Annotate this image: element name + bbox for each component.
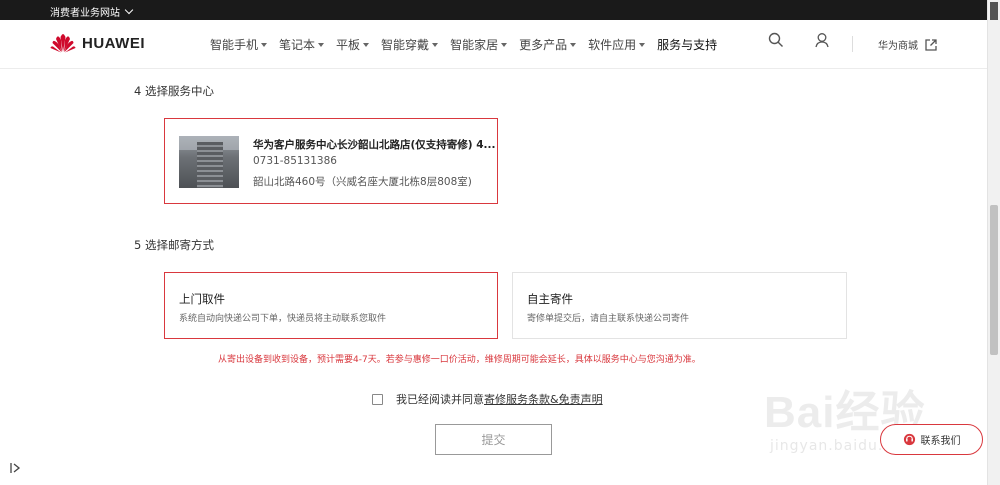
scrollbar-thumb[interactable] [990, 205, 998, 355]
vmall-label: 华为商城 [878, 41, 918, 52]
photo-building [197, 142, 223, 188]
user-icon[interactable] [814, 32, 830, 48]
shipping-option-self-send[interactable]: 自主寄件 寄修单提交后，请自主联系快递公司寄件 [512, 272, 847, 339]
shipping-notice: 从寄出设备到收到设备，预计需要4-7天。若参与惠修一口价活动，维修周期可能会延长… [218, 355, 701, 365]
nav-divider [852, 36, 853, 52]
caret-down-icon [432, 42, 439, 47]
main-navbar: HUAWEI 智能手机 笔记本 平板 智能穿戴 智能家居 更多产品 软件应用 服… [0, 20, 988, 69]
service-center-card[interactable]: 华为客户服务中心长沙韶山北路店(仅支持寄修) 4... 0731-8513138… [164, 118, 498, 204]
terms-link[interactable]: 寄修服务条款&免责声明 [484, 391, 603, 407]
site-selector-label: 消费者业务网站 [50, 8, 120, 19]
nav-label: 智能穿戴 [381, 38, 430, 52]
top-bar: 消费者业务网站 [0, 0, 988, 20]
page-scrollbar[interactable] [987, 0, 1000, 485]
nav-label: 智能家居 [450, 38, 499, 52]
expand-panel-icon[interactable] [9, 462, 21, 474]
section-title-shipping: 5 选择邮寄方式 [134, 238, 214, 252]
shipping-option-desc: 寄修单提交后，请自主联系快递公司寄件 [527, 314, 690, 324]
submit-button[interactable]: 提交 [435, 424, 552, 455]
nav-label: 平板 [336, 38, 361, 52]
caret-down-icon [363, 42, 370, 47]
shipping-option-pickup[interactable]: 上门取件 系统自动向快递公司下单，快递员将主动联系您取件 [164, 272, 498, 339]
nav-item-smart-home[interactable]: 智能家居 [450, 36, 508, 53]
shipping-option-title: 自主寄件 [527, 292, 573, 306]
store-name: 华为客户服务中心长沙韶山北路店(仅支持寄修) 4... [253, 139, 496, 151]
agreement-row: 我已经阅读并同意 寄修服务条款&免责声明 [372, 391, 603, 407]
nav-item-laptops[interactable]: 笔记本 [279, 36, 325, 53]
brand-wordmark: HUAWEI [82, 34, 145, 52]
contact-us-label: 联系我们 [920, 436, 961, 447]
vmall-link[interactable]: 华为商城 [878, 37, 938, 52]
caret-down-icon [639, 42, 646, 47]
nav-item-wearables[interactable]: 智能穿戴 [381, 36, 439, 53]
nav-label: 更多产品 [519, 38, 568, 52]
huawei-flower-icon [50, 34, 76, 53]
store-address: 韶山北路460号（兴威名座大厦北栋8层808室) [253, 176, 472, 188]
nav-label: 服务与支持 [657, 38, 718, 52]
caret-down-icon [570, 42, 577, 47]
store-phone: 0731-85131386 [253, 155, 337, 167]
shipping-option-desc: 系统自动向快递公司下单，快递员将主动联系您取件 [179, 314, 387, 324]
store-photo [179, 136, 239, 188]
nav-item-phones[interactable]: 智能手机 [210, 36, 268, 53]
scrollbar-top-cap [990, 2, 998, 20]
caret-down-icon [261, 42, 268, 47]
caret-down-icon [501, 42, 508, 47]
chevron-down-icon [124, 5, 134, 15]
nav-label: 软件应用 [588, 38, 637, 52]
nav-item-support[interactable]: 服务与支持 [657, 36, 717, 53]
nav-label: 笔记本 [279, 38, 316, 52]
huawei-logo[interactable]: HUAWEI [50, 33, 145, 53]
main-nav: 智能手机 笔记本 平板 智能穿戴 智能家居 更多产品 软件应用 服务与支持 [210, 36, 729, 53]
nav-item-more-products[interactable]: 更多产品 [519, 36, 577, 53]
collapse-arrow-icon [10, 463, 21, 473]
section-title-service-center: 4 选择服务中心 [134, 84, 214, 98]
nav-item-software[interactable]: 软件应用 [588, 36, 646, 53]
nav-tools [768, 32, 830, 48]
customer-service-icon [903, 433, 915, 446]
agreement-prefix: 我已经阅读并同意 [396, 393, 484, 406]
agreement-checkbox[interactable] [372, 393, 383, 405]
shipping-option-title: 上门取件 [179, 292, 225, 306]
caret-down-icon [318, 42, 325, 47]
external-link-icon [925, 38, 937, 51]
search-icon[interactable] [768, 32, 784, 48]
contact-us-button[interactable]: 联系我们 [880, 424, 983, 455]
nav-item-tablets[interactable]: 平板 [336, 36, 370, 53]
site-selector[interactable]: 消费者业务网站 [50, 4, 134, 19]
nav-label: 智能手机 [210, 38, 259, 52]
